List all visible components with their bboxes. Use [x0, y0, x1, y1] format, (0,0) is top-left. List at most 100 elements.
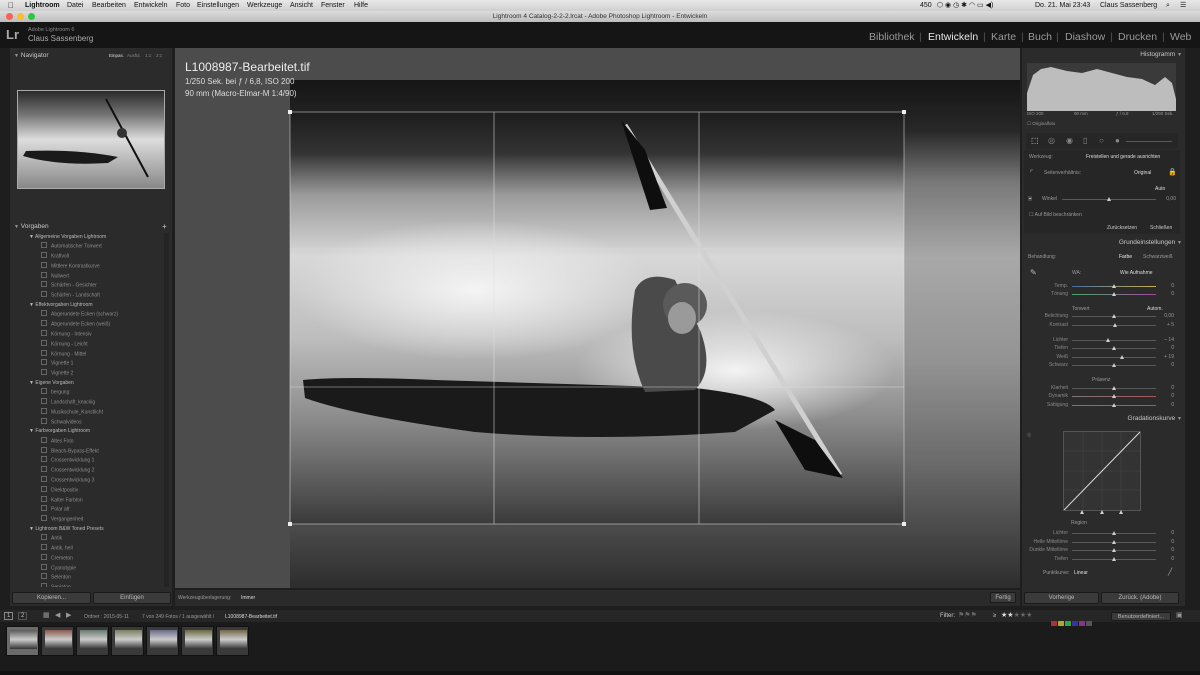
preset-folder[interactable]: ▼ Eigene Vorgaben [29, 379, 118, 388]
slider-knob[interactable] [1111, 363, 1116, 367]
preset-item[interactable]: Sepiaton [29, 583, 118, 587]
preset-item[interactable]: Musikschule_Kunstlicht [29, 408, 118, 418]
menu-foto[interactable]: Foto [176, 0, 190, 11]
preset-folder[interactable]: ▼ Effektvorgaben Lightroom [29, 301, 118, 310]
curve-header[interactable]: Gradationskurve ▼ [1025, 414, 1182, 424]
reset-adobe-button[interactable]: Zurück. (Adobe) [1101, 592, 1179, 604]
preset-item[interactable]: Bleach-Bypass-Effekt [29, 447, 118, 457]
radial-filter-icon[interactable]: ○ [1099, 136, 1104, 145]
rating-stars[interactable]: ★★★★★ [1001, 611, 1032, 619]
navigator-preview[interactable] [17, 90, 165, 189]
preset-item[interactable]: Automatischer Tonwert [29, 242, 118, 252]
module-karte[interactable]: Karte [991, 31, 1016, 43]
preset-item[interactable]: Körnung - Intensiv [29, 330, 118, 340]
preset-item[interactable]: Crossentwicklung 3 [29, 476, 118, 486]
photo-frame[interactable] [175, 80, 1020, 588]
menu-ansicht[interactable]: Ansicht [290, 0, 313, 11]
previous-button[interactable]: Vorherige [1024, 592, 1099, 604]
slider-track[interactable] [1072, 357, 1156, 358]
preset-item[interactable]: Abgerundete Ecken (weiß) [29, 320, 118, 330]
preset-folder[interactable]: ▼ Lightroom B&W Toned Presets [29, 525, 118, 534]
search-icon[interactable]: ⌕ [1166, 0, 1170, 11]
constrain-checkbox[interactable]: ☐ Auf Bild beschränken [1029, 212, 1082, 218]
module-buch[interactable]: Buch [1028, 31, 1052, 43]
slider-value[interactable]: 0 [1154, 345, 1174, 351]
color-label-filter[interactable] [1051, 613, 1105, 626]
curve-slider-value[interactable]: 0 [1154, 556, 1174, 562]
slider-knob[interactable] [1111, 403, 1116, 407]
menu-fenster[interactable]: Fenster [321, 0, 345, 11]
preset-item[interactable]: Cyanotypie [29, 564, 118, 574]
zoom-fill[interactable]: Ausfül. [127, 51, 141, 61]
treatment-bw[interactable]: Schwarzweiß [1143, 254, 1173, 260]
tone-auto-button[interactable]: Autom. [1147, 306, 1163, 312]
slider-value[interactable]: 0,00 [1154, 313, 1174, 319]
back-icon[interactable]: ◀ [55, 611, 60, 619]
preset-item[interactable]: Selenton [29, 573, 118, 583]
preset-item[interactable]: Kalter Farbton [29, 496, 118, 506]
filmstrip-thumbnail[interactable] [181, 626, 214, 656]
slider-value[interactable]: 0 [1154, 362, 1174, 368]
curve-split-2[interactable] [1100, 510, 1104, 514]
preset-item[interactable]: Polar alt [29, 505, 118, 515]
slider-value[interactable]: 0 [1154, 291, 1174, 297]
module-drucken[interactable]: Drucken [1118, 31, 1157, 43]
filmstrip-thumbnail[interactable] [216, 626, 249, 656]
minimize-window-button[interactable] [17, 13, 24, 20]
curve-slider-value[interactable]: 0 [1154, 539, 1174, 545]
tone-curve-graph[interactable] [1063, 431, 1141, 511]
slider-knob[interactable] [1111, 346, 1116, 350]
right-panel-edge[interactable] [1185, 48, 1200, 606]
slider-value[interactable]: + 19 [1154, 354, 1174, 360]
slider-knob[interactable] [1119, 355, 1124, 359]
preset-item[interactable]: Cremeton [29, 554, 118, 564]
wb-select[interactable]: Wie Aufnahme [1120, 270, 1153, 276]
slider-value[interactable]: 0 [1154, 385, 1174, 391]
slider-track[interactable] [1072, 340, 1156, 341]
module-bibliothek[interactable]: Bibliothek [869, 31, 915, 43]
crop-tool-icon[interactable]: ⬚ [1031, 136, 1039, 145]
slider-knob[interactable] [1111, 314, 1116, 318]
clock[interactable]: Do. 21. Mai 23:43 [1035, 0, 1090, 11]
menu-lightroom[interactable]: Lightroom [25, 0, 60, 11]
filmstrip-thumbnail[interactable] [41, 626, 74, 656]
list-icon[interactable]: ☰ [1180, 0, 1186, 11]
grid-view-icon[interactable]: ▦ [43, 611, 50, 619]
copy-settings-button[interactable]: Kopieren... [12, 592, 91, 604]
preset-item[interactable]: Schwalvideos [29, 418, 118, 428]
preset-item[interactable]: Vignette 2 [29, 369, 118, 379]
curve-slider-value[interactable]: 0 [1154, 530, 1174, 536]
preset-item[interactable]: Crossentwicklung 1 [29, 456, 118, 466]
rating-operator[interactable]: ≥ [993, 613, 996, 619]
apple-icon[interactable]:  [8, 0, 14, 11]
preset-item[interactable]: Vignette 1 [29, 359, 118, 369]
presets-scrollbar[interactable] [164, 233, 169, 587]
paste-settings-button[interactable]: Einfügen [93, 592, 171, 604]
presets-header[interactable]: ▼ Vorgaben + [14, 222, 169, 232]
curve-slider-value[interactable]: 0 [1154, 547, 1174, 553]
status-icons[interactable]: ⬡ ◉ ◷ ✱ ◠ ▭ ◀) [937, 0, 993, 11]
close-window-button[interactable] [6, 13, 13, 20]
lock-icon[interactable]: 🔒 [1168, 168, 1177, 176]
point-curve-edit-icon[interactable]: ╱ [1168, 568, 1172, 576]
preset-item[interactable]: Körnung - Leicht [29, 340, 118, 350]
original-photo-checkbox[interactable]: ☐ Originalfoto [1027, 121, 1055, 127]
menu-einstellungen[interactable]: Einstellungen [197, 0, 239, 11]
treatment-color[interactable]: Farbe [1119, 254, 1132, 260]
curve-split-1[interactable] [1080, 510, 1084, 514]
preset-item[interactable]: Antik [29, 534, 118, 544]
filmstrip-filename[interactable]: L1008987-Bearbeitet.tif [225, 614, 277, 620]
filmstrip-thumbnail[interactable] [111, 626, 144, 656]
menu-bearbeiten[interactable]: Bearbeiten [92, 0, 126, 11]
second-window-icon[interactable]: 2 [18, 612, 28, 620]
slider-value[interactable]: 0 [1154, 402, 1174, 408]
slider-value[interactable]: 0 [1154, 283, 1174, 289]
zoom-window-button[interactable] [28, 13, 35, 20]
straighten-tool-icon[interactable]: ━ [1028, 196, 1033, 201]
slider-knob[interactable] [1113, 323, 1118, 327]
slider-knob[interactable] [1111, 292, 1116, 296]
user-name[interactable]: Claus Sassenberg [1100, 0, 1157, 11]
preset-item[interactable]: Direktpositiv [29, 486, 118, 496]
preset-item[interactable]: Mittlere Kontrastkurve [29, 262, 118, 272]
preset-item[interactable]: Abgerundete Ecken (schwarz) [29, 310, 118, 320]
